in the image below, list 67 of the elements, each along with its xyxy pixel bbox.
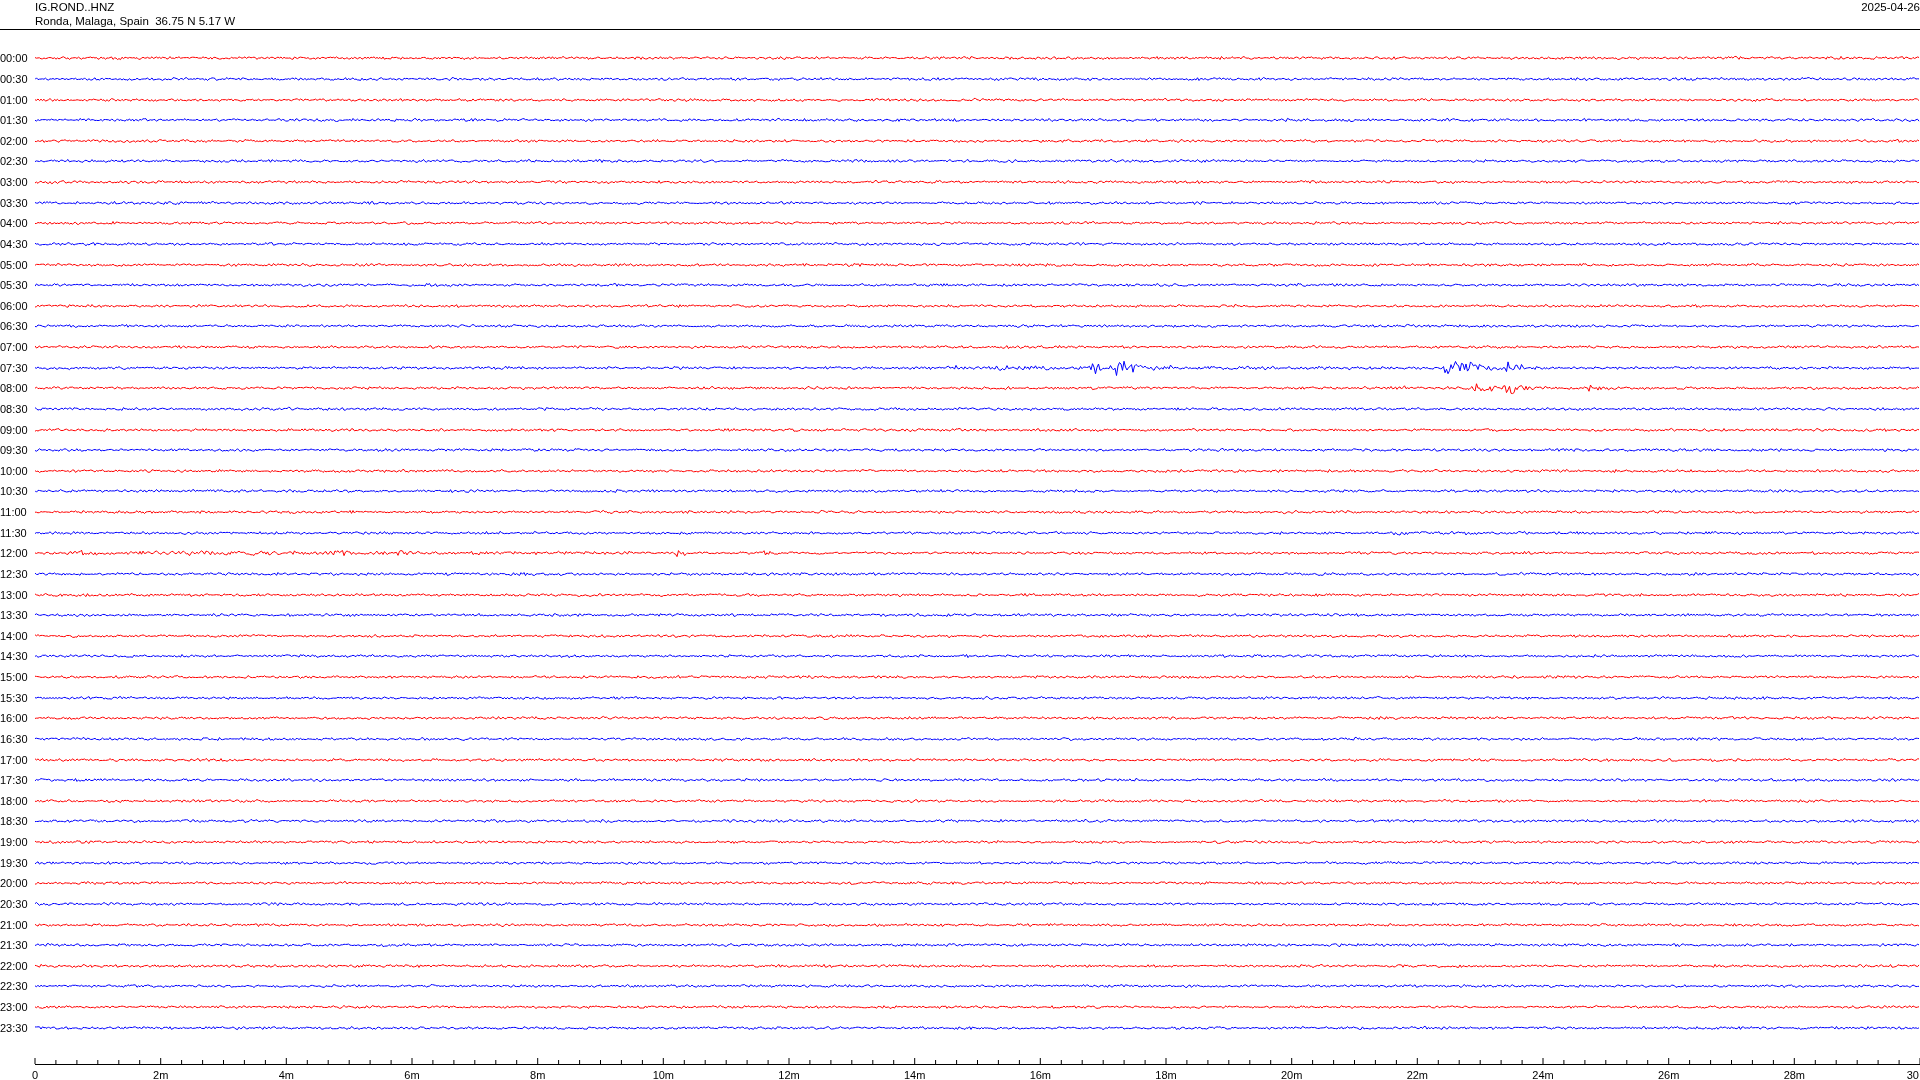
time-label: 00:30 (0, 72, 29, 85)
time-label: 13:00 (0, 588, 29, 601)
time-label: 14:30 (0, 650, 29, 663)
time-label: 12:00 (0, 547, 29, 560)
axis-tick-label: 28m (1783, 1069, 1806, 1080)
time-label: 08:00 (0, 382, 29, 395)
axis-tick-label: 8m (530, 1069, 546, 1080)
time-label: 23:00 (0, 1001, 29, 1014)
axis-tick-label: 10m (652, 1069, 675, 1080)
date-label: 2025-04-26 (1861, 0, 1920, 14)
time-label: 14:00 (0, 629, 29, 642)
time-label: 11:30 (0, 526, 28, 539)
time-label: 10:00 (0, 464, 29, 477)
time-label: 13:30 (0, 609, 29, 622)
time-label: 03:30 (0, 196, 29, 209)
time-label: 06:00 (0, 299, 29, 312)
axis-tick-label: 6m (404, 1069, 420, 1080)
time-label: 22:30 (0, 980, 29, 993)
axis-tick-label: 26m (1657, 1069, 1680, 1080)
time-label: 05:00 (0, 258, 29, 271)
axis-tick-label: 20m (1280, 1069, 1303, 1080)
axis-tick-label: 30 (1906, 1069, 1919, 1080)
time-label: 19:00 (0, 836, 29, 849)
time-label: 16:30 (0, 732, 29, 745)
time-label: 17:00 (0, 753, 29, 766)
time-label: 11:00 (0, 506, 28, 519)
time-label: 05:30 (0, 279, 29, 292)
station-code: IG.ROND..HNZ (35, 0, 116, 14)
time-label: 22:00 (0, 959, 29, 972)
axis-tick-label: 22m (1406, 1069, 1429, 1080)
axis-tick-label: 4m (278, 1069, 294, 1080)
time-label: 20:30 (0, 897, 29, 910)
axis-tick-label: 14m (903, 1069, 926, 1080)
time-label: 07:30 (0, 361, 29, 374)
time-label: 08:30 (0, 402, 29, 415)
time-label: 03:00 (0, 176, 29, 189)
axis-tick-label: 0 (31, 1069, 39, 1080)
time-label: 21:30 (0, 939, 29, 952)
axis-tick-label: 18m (1155, 1069, 1177, 1080)
time-label: 06:30 (0, 320, 29, 333)
time-label: 00:00 (0, 52, 29, 65)
time-label: 15:00 (0, 671, 29, 684)
time-label: 01:00 (0, 93, 29, 106)
time-label: 15:30 (0, 691, 29, 704)
axis-tick-label: 24m (1532, 1069, 1554, 1080)
time-label: 02:30 (0, 155, 29, 168)
time-label: 10:30 (0, 485, 29, 498)
axis-tick-label: 12m (778, 1069, 800, 1080)
time-label: 01:30 (0, 114, 29, 127)
time-label: 09:00 (0, 423, 29, 436)
axis-tick-label: 2m (153, 1069, 169, 1080)
axis-tick-label: 16m (1029, 1069, 1052, 1080)
time-label: 04:30 (0, 237, 29, 250)
time-label: 04:00 (0, 217, 29, 230)
station-location: Ronda, Malaga, Spain 36.75 N 5.17 W (35, 14, 236, 28)
time-label: 23:30 (0, 1021, 29, 1034)
time-label: 19:30 (0, 856, 29, 869)
time-label: 21:00 (0, 918, 29, 931)
time-label: 18:00 (0, 794, 29, 807)
time-label: 09:30 (0, 444, 29, 457)
time-label: 07:00 (0, 341, 29, 354)
time-label: 18:30 (0, 815, 29, 828)
time-label: 16:00 (0, 712, 29, 725)
time-label: 12:30 (0, 567, 29, 580)
time-label: 20:00 (0, 877, 29, 890)
time-label: 17:30 (0, 774, 29, 787)
time-label: 02:00 (0, 134, 29, 147)
